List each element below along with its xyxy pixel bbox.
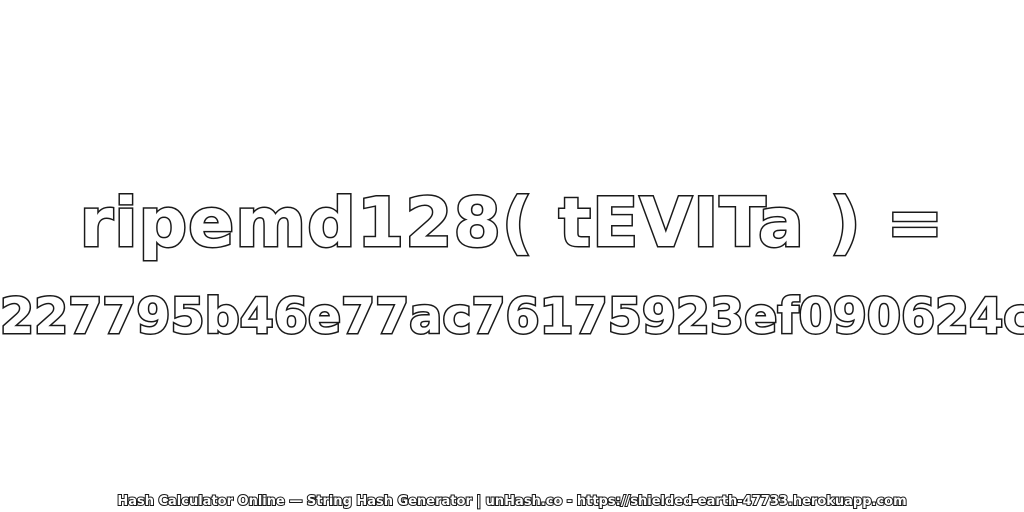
footer-credit: Hash Calculator Online — String Hash Gen… [116, 494, 907, 509]
hash-result: 227795b46e77ac76175923ef090624c3 [0, 288, 1024, 345]
hash-expression: ripemd128( tEVITa ) = [78, 184, 945, 263]
